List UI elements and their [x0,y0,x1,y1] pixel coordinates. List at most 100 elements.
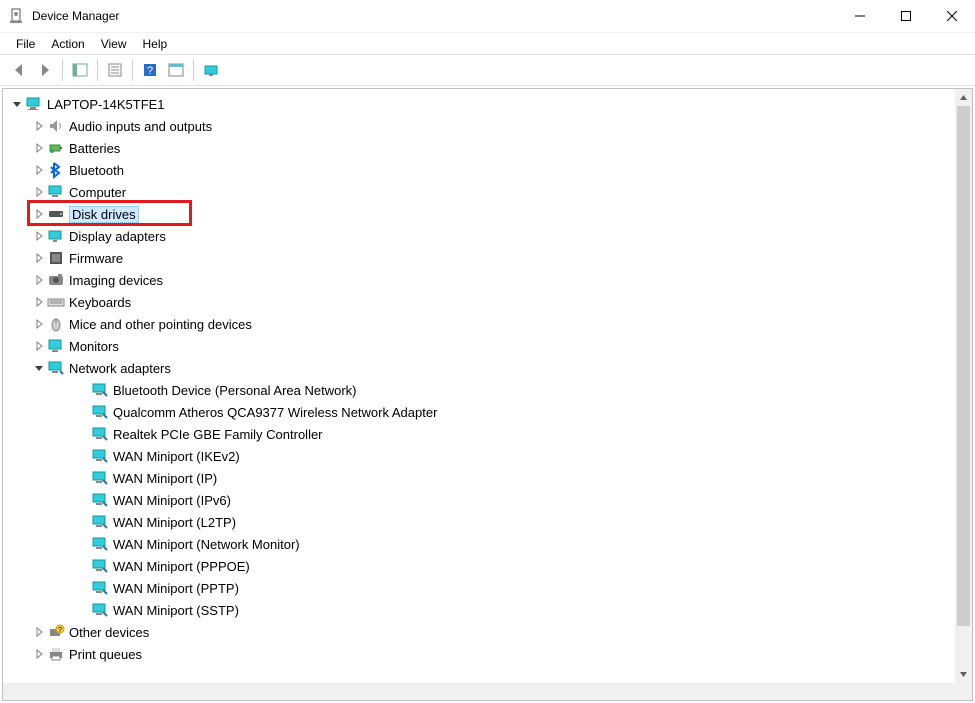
toolbar-separator [193,59,194,81]
imaging-icon [47,271,65,289]
network-adapter-icon [91,601,109,619]
node-label: Qualcomm Atheros QCA9377 Wireless Networ… [113,405,437,420]
expander-icon[interactable] [31,140,47,156]
node-label: WAN Miniport (PPTP) [113,581,239,596]
tree-category-node[interactable]: Print queues [3,643,955,665]
tree-category-node[interactable]: Firmware [3,247,955,269]
menu-file[interactable]: File [8,35,43,53]
tree-category-node[interactable]: Network adapters [3,357,955,379]
monitor-icon [47,337,65,355]
scan-hardware-button[interactable] [199,58,223,82]
network-adapter-icon [91,535,109,553]
menu-action[interactable]: Action [43,35,92,53]
expander-icon[interactable] [31,272,47,288]
tree-device-node[interactable]: Qualcomm Atheros QCA9377 Wireless Networ… [3,401,955,423]
tree-device-node[interactable]: Realtek PCIe GBE Family Controller [3,423,955,445]
tree-category-node[interactable]: ? Other devices [3,621,955,643]
tree-category-node[interactable]: Mice and other pointing devices [3,313,955,335]
printer-icon [47,645,65,663]
menu-view[interactable]: View [93,35,135,53]
tree-device-node[interactable]: WAN Miniport (IP) [3,467,955,489]
minimize-button[interactable] [837,0,883,32]
maximize-button[interactable] [883,0,929,32]
tree-category-node[interactable]: Bluetooth [3,159,955,181]
expander-icon[interactable] [31,338,47,354]
network-adapter-icon [91,579,109,597]
node-label: Keyboards [69,295,131,310]
disk-icon [47,205,65,223]
scan-button[interactable] [164,58,188,82]
forward-button[interactable] [33,58,57,82]
expander-icon[interactable] [31,624,47,640]
expander-icon[interactable] [9,96,25,112]
tree-category-node[interactable]: Display adapters [3,225,955,247]
svg-text:?: ? [58,627,62,634]
node-label: WAN Miniport (L2TP) [113,515,236,530]
scroll-thumb[interactable] [957,106,970,626]
vertical-scrollbar[interactable] [955,89,972,683]
node-label: Computer [69,185,126,200]
expander-icon[interactable] [31,646,47,662]
tree-device-node[interactable]: Bluetooth Device (Personal Area Network) [3,379,955,401]
tree-scroll-area[interactable]: LAPTOP-14K5TFE1 Audio inputs and outputs B… [3,89,955,700]
expander-icon[interactable] [31,184,47,200]
node-label: Display adapters [69,229,166,244]
node-label: Bluetooth [69,163,124,178]
tree-category-node[interactable]: Keyboards [3,291,955,313]
show-hide-tree-button[interactable] [68,58,92,82]
node-label: Other devices [69,625,149,640]
network-icon [47,359,65,377]
tree-category-node[interactable]: Imaging devices [3,269,955,291]
window-controls [837,0,975,32]
help-button[interactable]: ? [138,58,162,82]
expander-icon[interactable] [31,316,47,332]
tree-device-node[interactable]: WAN Miniport (L2TP) [3,511,955,533]
tree-device-node[interactable]: WAN Miniport (IKEv2) [3,445,955,467]
tree-device-node[interactable]: WAN Miniport (PPTP) [3,577,955,599]
properties-button[interactable] [103,58,127,82]
node-label: Audio inputs and outputs [69,119,212,134]
network-adapter-icon [91,447,109,465]
mouse-icon [47,315,65,333]
scroll-track[interactable] [955,106,972,666]
node-label: WAN Miniport (IPv6) [113,493,231,508]
tree-device-node[interactable]: WAN Miniport (PPPOE) [3,555,955,577]
close-button[interactable] [929,0,975,32]
tree-device-node[interactable]: WAN Miniport (SSTP) [3,599,955,621]
tree-category-node[interactable]: Computer [3,181,955,203]
tree-root-node[interactable]: LAPTOP-14K5TFE1 [3,93,955,115]
tree-category-node[interactable]: Batteries [3,137,955,159]
node-label: WAN Miniport (Network Monitor) [113,537,300,552]
expander-icon[interactable] [31,118,47,134]
node-label: Monitors [69,339,119,354]
svg-text:?: ? [147,65,153,77]
expander-icon[interactable] [31,206,47,222]
node-label: Bluetooth Device (Personal Area Network) [113,383,357,398]
node-label: WAN Miniport (PPPOE) [113,559,250,574]
node-label: WAN Miniport (IP) [113,471,217,486]
tree-device-node[interactable]: WAN Miniport (Network Monitor) [3,533,955,555]
expander-icon[interactable] [31,250,47,266]
node-label: WAN Miniport (IKEv2) [113,449,240,464]
tree-category-node[interactable]: Disk drives [3,203,955,225]
node-label: Firmware [69,251,123,266]
scroll-down-arrow[interactable] [955,666,972,683]
node-label: Disk drives [69,206,139,223]
back-button[interactable] [7,58,31,82]
content-area: LAPTOP-14K5TFE1 Audio inputs and outputs B… [2,88,973,701]
tree-category-node[interactable]: Audio inputs and outputs [3,115,955,137]
audio-icon [47,117,65,135]
horizontal-scrollbar[interactable] [3,683,972,700]
tree-device-node[interactable]: WAN Miniport (IPv6) [3,489,955,511]
expander-icon[interactable] [31,162,47,178]
other-icon: ? [47,623,65,641]
network-adapter-icon [91,381,109,399]
scroll-up-arrow[interactable] [955,89,972,106]
node-label: Print queues [69,647,142,662]
expander-icon[interactable] [31,360,47,376]
expander-icon[interactable] [31,228,47,244]
expander-icon[interactable] [31,294,47,310]
menu-help[interactable]: Help [135,35,176,53]
tree-category-node[interactable]: Monitors [3,335,955,357]
computer-icon [25,95,43,113]
